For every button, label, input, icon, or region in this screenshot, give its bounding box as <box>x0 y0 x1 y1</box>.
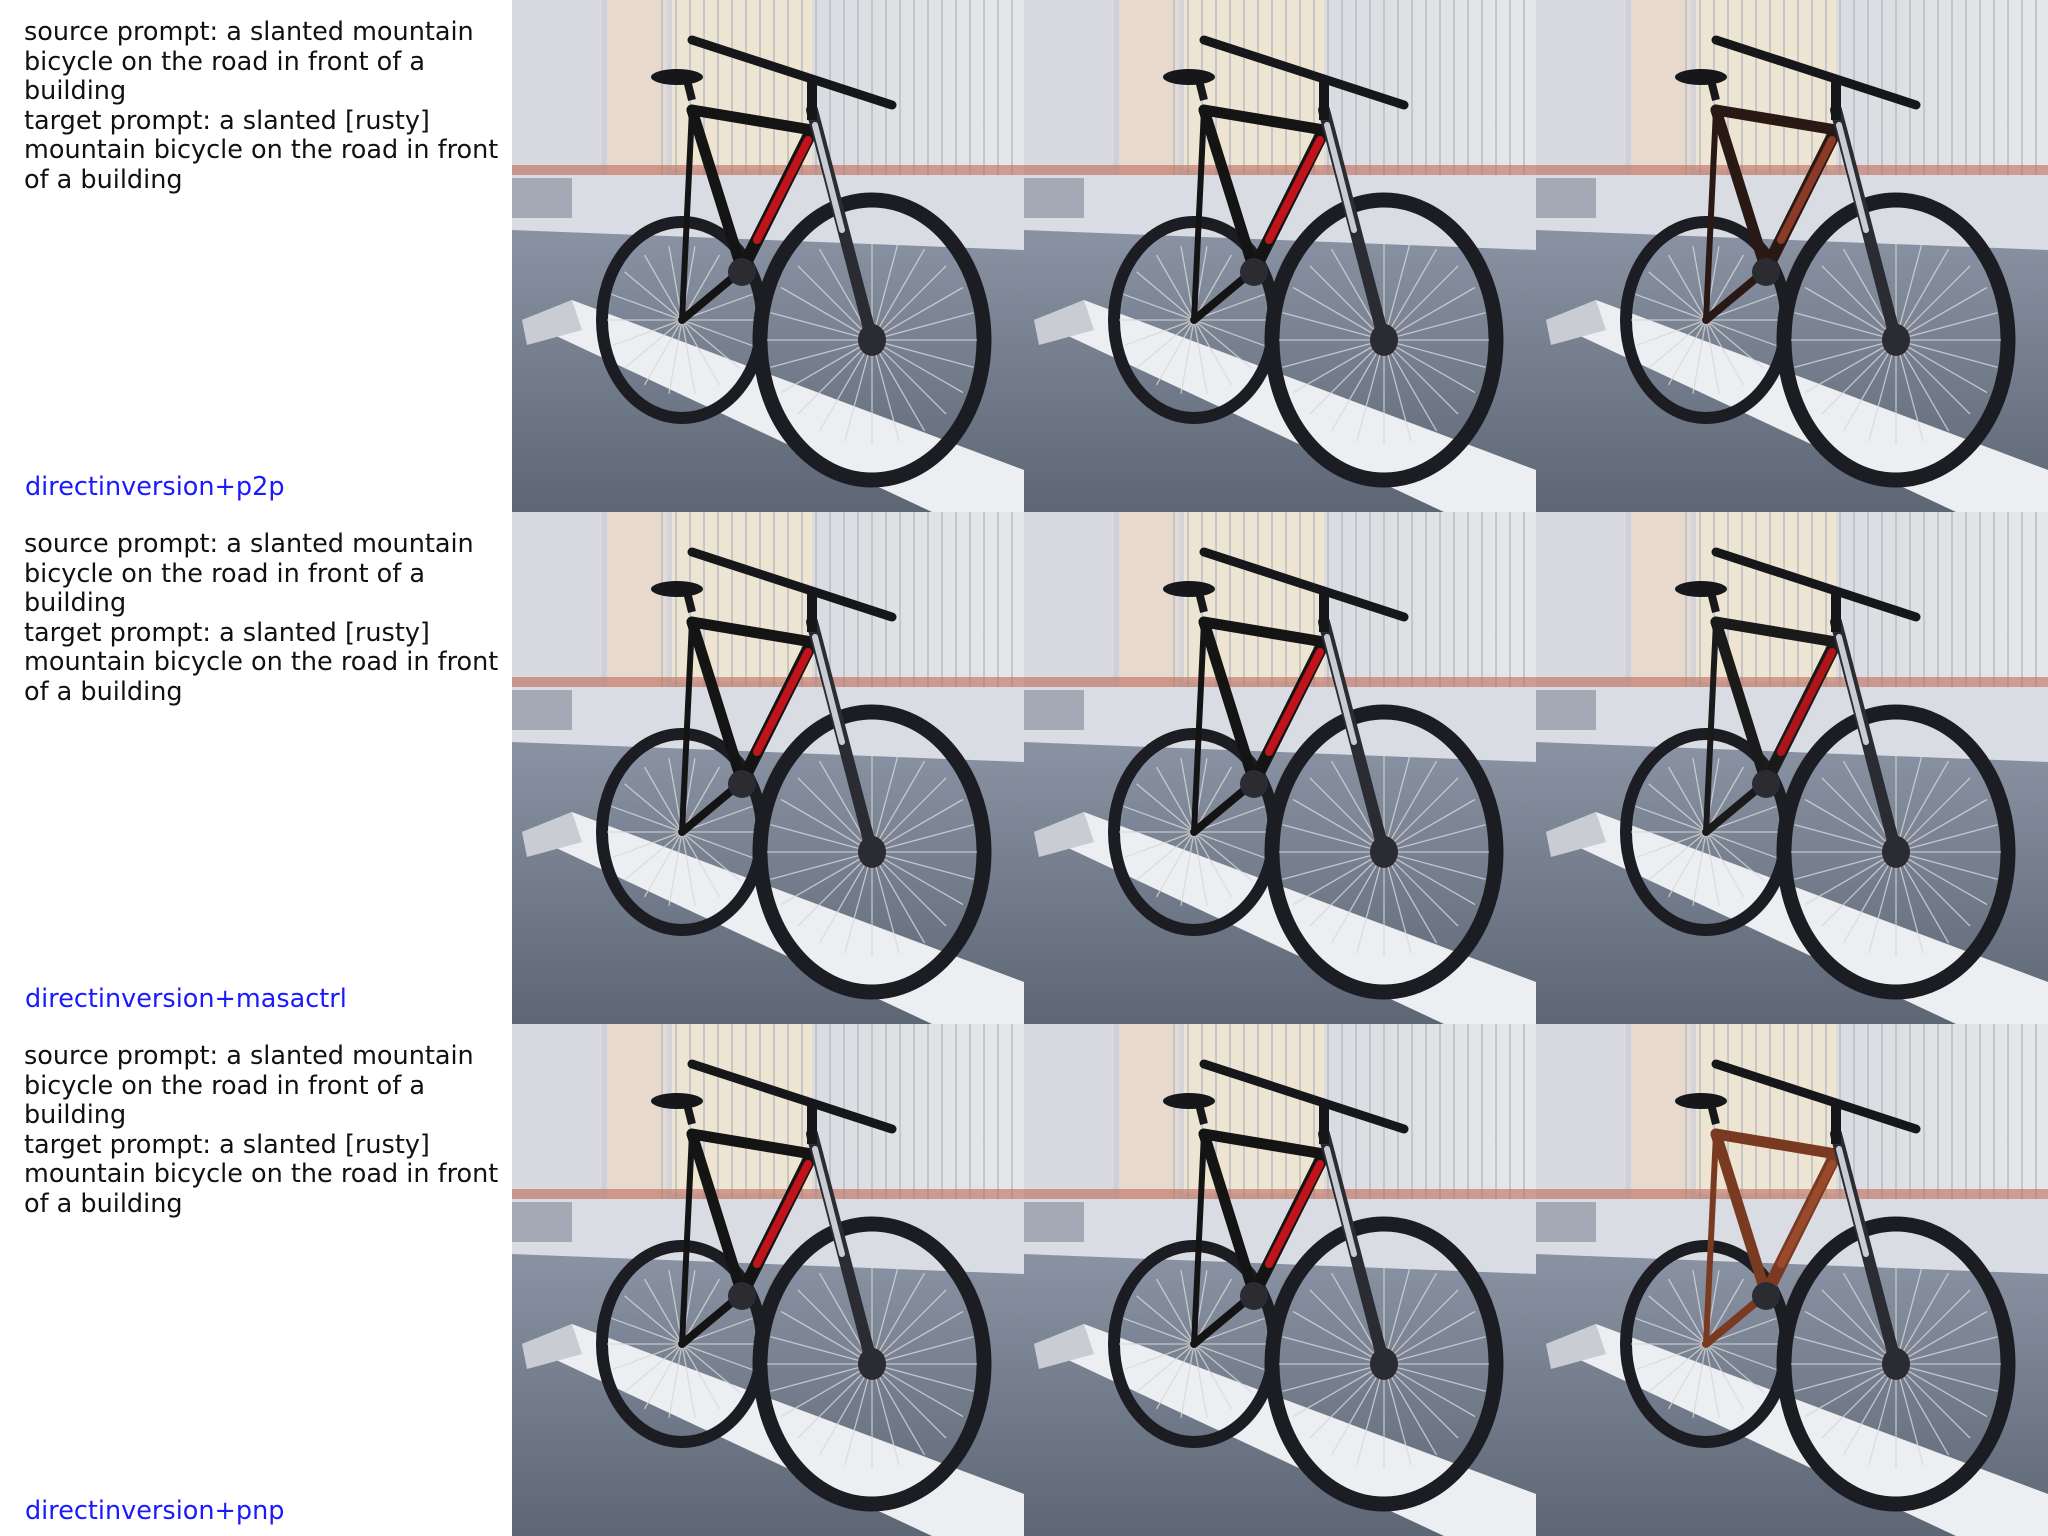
reconstruction-image <box>1024 0 1536 512</box>
row-label-cell: source prompt: a slanted mountain bicycl… <box>0 0 512 512</box>
row-label-cell: source prompt: a slanted mountain bicycl… <box>0 512 512 1024</box>
method-label: directinversion+masactrl <box>25 984 347 1014</box>
result-row-pnp: source prompt: a slanted mountain bicycl… <box>0 1024 2048 1536</box>
reconstruction-image <box>1024 1024 1536 1536</box>
edited-image <box>1536 1024 2048 1536</box>
source-image <box>512 1024 1024 1536</box>
prompt-text: source prompt: a slanted mountain bicycl… <box>24 17 499 195</box>
edited-image <box>1536 0 2048 512</box>
reconstruction-image <box>1024 512 1536 1024</box>
source-image <box>512 0 1024 512</box>
result-row-p2p: source prompt: a slanted mountain bicycl… <box>0 0 2048 512</box>
prompt-text: source prompt: a slanted mountain bicycl… <box>24 1041 499 1219</box>
method-label: directinversion+p2p <box>25 472 285 502</box>
edited-image <box>1536 512 2048 1024</box>
prompt-text: source prompt: a slanted mountain bicycl… <box>24 529 499 707</box>
row-label-cell: source prompt: a slanted mountain bicycl… <box>0 1024 512 1536</box>
method-label: directinversion+pnp <box>25 1496 285 1526</box>
result-row-masactrl: source prompt: a slanted mountain bicycl… <box>0 512 2048 1024</box>
source-image <box>512 512 1024 1024</box>
comparison-grid: source prompt: a slanted mountain bicycl… <box>0 0 2048 1536</box>
